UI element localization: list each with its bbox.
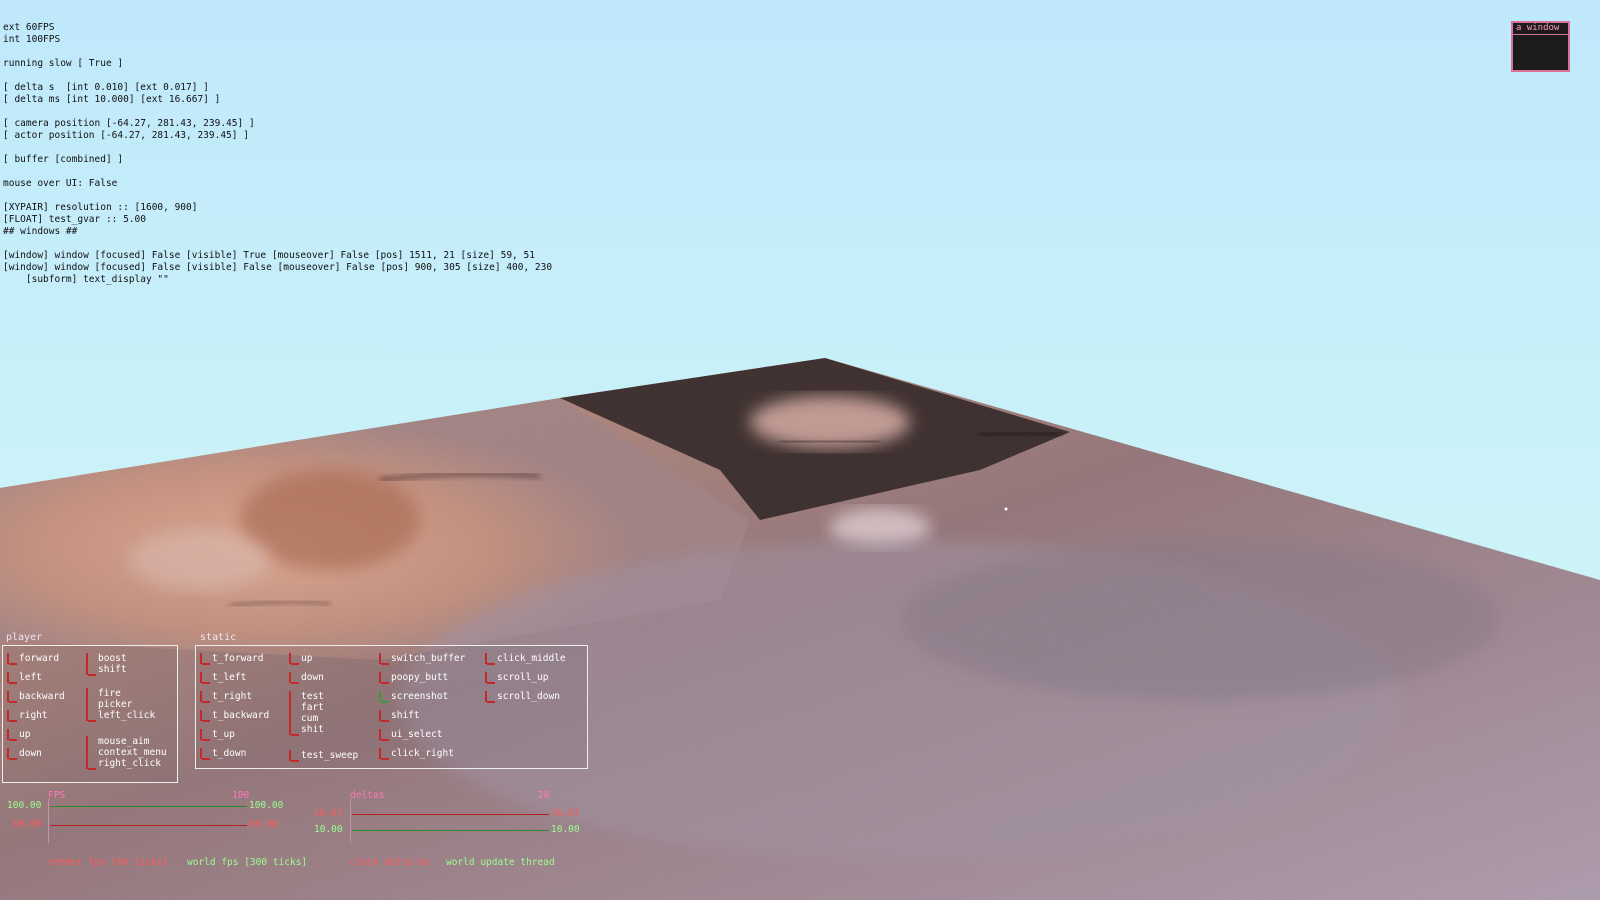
- binding-test-sweep: test_sweep: [289, 750, 358, 762]
- deltas-graph-axis: [350, 799, 351, 843]
- debug-line: [ buffer [combined] ]: [3, 154, 124, 165]
- binding-up-static: up: [289, 653, 312, 665]
- debug-line: [3, 106, 552, 118]
- binding-left: left: [7, 672, 42, 684]
- binding-shift: shift: [379, 710, 420, 722]
- player-panel: forward left backward right up down boos…: [2, 645, 178, 783]
- debug-line: ext 60FPS: [3, 22, 55, 33]
- fps-row2-line: [50, 825, 247, 826]
- debug-line: mouse over UI: False: [3, 178, 118, 189]
- deltas-row1-left: 16.67: [314, 808, 343, 819]
- binding-t-backward: t_backward: [200, 710, 269, 722]
- debug-line: [3, 46, 552, 58]
- binding-t-right: t_right: [200, 691, 252, 703]
- binding-up: up: [7, 729, 30, 741]
- binding-t-up: t_up: [200, 729, 235, 741]
- fps-row1-line: [50, 806, 247, 807]
- debug-line: [3, 142, 552, 154]
- static-panel: t_forward t_left t_right t_backward t_up…: [195, 645, 588, 769]
- debug-line: [ camera position [-64.27, 281.43, 239.4…: [3, 118, 255, 129]
- binding-down-static: down: [289, 672, 324, 684]
- fps-footer-render: render fps [60 ticks]: [48, 857, 169, 868]
- debug-line: ## windows ##: [3, 226, 78, 237]
- debug-line: [ actor position [-64.27, 281.43, 239.45…: [3, 130, 249, 141]
- fps-row1-right: 100.00: [249, 800, 284, 811]
- debug-line: [3, 238, 552, 250]
- binding-down: down: [7, 748, 42, 760]
- mini-window-title: a window: [1513, 23, 1568, 35]
- debug-line: int 100FPS: [3, 34, 61, 45]
- deltas-row1-right: 16.67: [551, 808, 580, 819]
- binding-forward: forward: [7, 653, 59, 665]
- binding-t-down: t_down: [200, 748, 246, 760]
- binding-test: test fart cum shit: [289, 691, 324, 736]
- fps-row1-left: 100.00: [7, 800, 42, 811]
- binding-ui-select: ui_select: [379, 729, 442, 741]
- deltas-footer-clock: clock delta ms: [350, 857, 431, 868]
- binding-click-middle: click_middle: [485, 653, 566, 665]
- binding-switch-buffer: switch_buffer: [379, 653, 465, 665]
- fps-graph-axis: [48, 799, 49, 843]
- debug-line: [FLOAT] test_gvar :: 5.00: [3, 214, 146, 225]
- binding-t-forward: t_forward: [200, 653, 263, 665]
- debug-line: [subform] text_display "": [3, 274, 169, 285]
- debug-line: [window] window [focused] False [visible…: [3, 262, 553, 273]
- debug-line: [ delta ms [int 10.000] [ext 16.667] ]: [3, 94, 221, 105]
- fps-footer-world: world fps [300 ticks]: [187, 857, 308, 868]
- static-panel-label: static: [200, 632, 237, 643]
- binding-poopy-butt: poopy_butt: [379, 672, 448, 684]
- debug-line: [3, 166, 552, 178]
- binding-click-right: click_right: [379, 748, 454, 760]
- debug-line: [window] window [focused] False [visible…: [3, 250, 535, 261]
- fps-row2-right: 60.00: [249, 819, 278, 830]
- fps-graph-title: FPS: [48, 790, 66, 801]
- debug-line: [XYPAIR] resolution :: [1600, 900]: [3, 202, 198, 213]
- binding-right: right: [7, 710, 48, 722]
- deltas-row2-left: 10.00: [314, 824, 343, 835]
- binding-mouse-aim: mouse_aim context_menu right_click: [86, 736, 167, 770]
- binding-screenshot: screenshot: [379, 691, 448, 703]
- performance-graphs: FPS 100 100.00 100.00 60.00 60.00 render…: [0, 790, 600, 890]
- deltas-row2-right: 10.00: [551, 824, 580, 835]
- debug-overlay: ext 60FPS int 100FPS running slow [ True ]…: [3, 22, 552, 286]
- debug-line: [3, 70, 552, 82]
- binding-scroll-down: scroll_down: [485, 691, 560, 703]
- deltas-footer-world: world update thread: [446, 857, 555, 868]
- deltas-graph-title: deltas: [350, 790, 385, 801]
- binding-t-left: t_left: [200, 672, 246, 684]
- binding-fire: fire picker left_click: [86, 688, 155, 722]
- deltas-row2-line: [352, 830, 549, 831]
- deltas-row1-line: [352, 814, 549, 815]
- binding-scroll-up: scroll_up: [485, 672, 548, 684]
- binding-backward: backward: [7, 691, 65, 703]
- mini-window[interactable]: a window: [1511, 21, 1570, 72]
- debug-line: running slow [ True ]: [3, 58, 124, 69]
- fps-graph-max: 100: [232, 790, 250, 801]
- deltas-graph-max: 20: [538, 790, 550, 801]
- debug-line: [ delta s [int 0.010] [ext 0.017] ]: [3, 82, 209, 93]
- fps-row2-left: 60.00: [13, 819, 42, 830]
- binding-boost: boost shift: [86, 653, 127, 676]
- player-panel-label: player: [6, 632, 43, 643]
- debug-line: [3, 190, 552, 202]
